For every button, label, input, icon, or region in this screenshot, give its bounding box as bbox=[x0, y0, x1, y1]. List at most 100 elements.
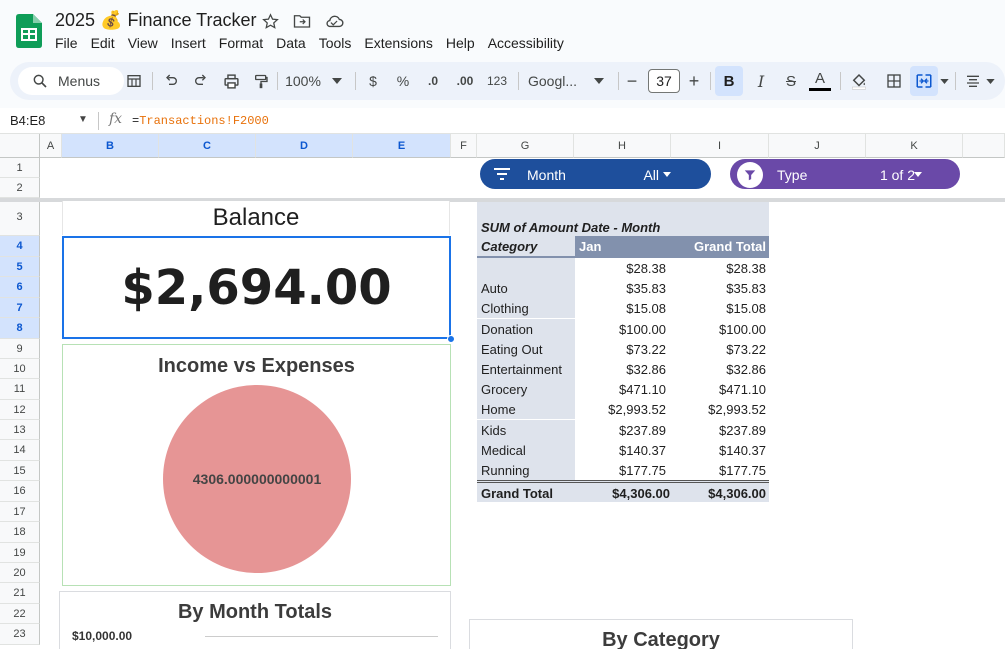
text-color-button[interactable]: A bbox=[808, 62, 832, 100]
menu-data[interactable]: Data bbox=[276, 35, 306, 51]
menu-file[interactable]: File bbox=[55, 35, 78, 51]
menu-format[interactable]: Format bbox=[219, 35, 263, 51]
row-header-12[interactable]: 12 bbox=[0, 400, 40, 420]
document-title[interactable]: 2025 💰 Finance Tracker bbox=[55, 10, 257, 31]
pivot-row[interactable]: Auto $35.83 $35.83 bbox=[477, 278, 769, 299]
column-header-overflow[interactable] bbox=[963, 134, 1005, 158]
balance-value-cell[interactable]: $2,694.00 bbox=[62, 236, 451, 339]
name-box-dropdown-icon[interactable]: ▼ bbox=[78, 114, 88, 125]
row-header-16[interactable]: 16 bbox=[0, 481, 40, 502]
row-header-23[interactable]: 23 bbox=[0, 624, 40, 645]
more-formats-button[interactable]: 123 bbox=[484, 62, 510, 100]
increase-decimal-button[interactable]: .00 bbox=[452, 62, 478, 100]
sheets-logo-icon[interactable] bbox=[16, 14, 42, 48]
column-header-g[interactable]: G bbox=[477, 134, 574, 158]
font-size-input[interactable]: 37 bbox=[648, 69, 680, 93]
horizontal-align-icon[interactable] bbox=[962, 62, 984, 100]
row-header-19[interactable]: 19 bbox=[0, 543, 40, 563]
column-header-j[interactable]: J bbox=[769, 134, 866, 158]
column-header-a[interactable]: A bbox=[40, 134, 62, 158]
merge-dropdown-icon[interactable] bbox=[938, 62, 950, 100]
name-box[interactable]: B4:E8 bbox=[10, 113, 45, 128]
row-header-22[interactable]: 22 bbox=[0, 604, 40, 624]
decrease-font-size-button[interactable]: − bbox=[624, 62, 640, 100]
pivot-row[interactable]: Grocery $471.10 $471.10 bbox=[477, 379, 769, 400]
row-header-15[interactable]: 15 bbox=[0, 461, 40, 481]
row-header-18[interactable]: 18 bbox=[0, 522, 40, 543]
print-icon[interactable] bbox=[220, 62, 242, 100]
menu-extensions[interactable]: Extensions bbox=[364, 35, 432, 51]
row-header-13[interactable]: 13 bbox=[0, 420, 40, 440]
pivot-row[interactable]: Kids $237.89 $237.89 bbox=[477, 419, 769, 440]
selection-fill-handle[interactable] bbox=[447, 335, 455, 343]
menu-insert[interactable]: Insert bbox=[171, 35, 206, 51]
cloud-status-icon[interactable] bbox=[324, 11, 344, 31]
row-header-14[interactable]: 14 bbox=[0, 440, 40, 461]
merge-cells-icon[interactable] bbox=[910, 66, 938, 96]
type-filter-chip[interactable]: Type 1 of 2 bbox=[730, 159, 960, 189]
by-month-totals-chart[interactable]: By Month Totals $10,000.00 bbox=[59, 591, 451, 649]
column-header-k[interactable]: K bbox=[866, 134, 963, 158]
column-header-b[interactable]: B bbox=[62, 134, 159, 158]
pivot-row[interactable]: Entertainment $32.86 $32.86 bbox=[477, 359, 769, 379]
menus-search-button[interactable]: Menus bbox=[18, 67, 124, 95]
italic-button[interactable]: I bbox=[751, 62, 771, 100]
format-percent-button[interactable]: % bbox=[394, 62, 412, 100]
undo-icon[interactable] bbox=[160, 62, 182, 100]
income-vs-expenses-chart[interactable]: Income vs Expenses 4306.000000000001 bbox=[62, 344, 451, 586]
row-header-4[interactable]: 4 bbox=[0, 236, 40, 257]
column-header-d[interactable]: D bbox=[256, 134, 353, 158]
row-header-6[interactable]: 6 bbox=[0, 277, 40, 298]
menu-help[interactable]: Help bbox=[446, 35, 475, 51]
move-folder-icon[interactable] bbox=[292, 11, 312, 31]
column-header-c[interactable]: C bbox=[159, 134, 256, 158]
row-header-11[interactable]: 11 bbox=[0, 379, 40, 400]
pivot-row[interactable]: $28.38 $28.38 bbox=[477, 258, 769, 278]
menu-tools[interactable]: Tools bbox=[319, 35, 352, 51]
column-header-f[interactable]: F bbox=[451, 134, 477, 158]
zoom-value[interactable]: 100% bbox=[282, 62, 324, 100]
row-header-21[interactable]: 21 bbox=[0, 583, 40, 604]
paint-format-icon[interactable] bbox=[250, 62, 272, 100]
font-family-select[interactable]: Googl... bbox=[528, 62, 590, 100]
row-header-7[interactable]: 7 bbox=[0, 298, 40, 318]
zoom-dropdown-icon[interactable] bbox=[330, 62, 344, 100]
row-header-5[interactable]: 5 bbox=[0, 257, 40, 277]
redo-icon[interactable] bbox=[190, 62, 212, 100]
functions-table-icon[interactable] bbox=[124, 62, 144, 100]
select-all-corner[interactable] bbox=[0, 134, 40, 158]
row-header-17[interactable]: 17 bbox=[0, 502, 40, 522]
bold-button[interactable]: B bbox=[715, 66, 743, 96]
menu-edit[interactable]: Edit bbox=[91, 35, 115, 51]
column-header-i[interactable]: I bbox=[671, 134, 769, 158]
menu-view[interactable]: View bbox=[128, 35, 158, 51]
row-header-8[interactable]: 8 bbox=[0, 318, 40, 339]
row-header-9[interactable]: 9 bbox=[0, 339, 40, 359]
pivot-row[interactable]: Donation $100.00 $100.00 bbox=[477, 318, 769, 339]
by-category-chart[interactable]: By Category bbox=[469, 619, 853, 649]
pivot-row[interactable]: Home $2,993.52 $2,993.52 bbox=[477, 399, 769, 420]
row-header-2[interactable]: 2 bbox=[0, 178, 40, 198]
fill-color-icon[interactable] bbox=[848, 62, 870, 100]
font-dropdown-icon[interactable] bbox=[592, 62, 606, 100]
decrease-decimal-button[interactable]: .0 bbox=[422, 62, 444, 100]
borders-icon[interactable] bbox=[883, 62, 905, 100]
increase-font-size-button[interactable]: + bbox=[686, 62, 702, 100]
pivot-row[interactable]: Running $177.75 $177.75 bbox=[477, 460, 769, 480]
menu-accessibility[interactable]: Accessibility bbox=[488, 35, 564, 51]
spreadsheet-grid[interactable]: ABCDEFGHIJK 1 2 3 4 5 6 7 8 9 10 11 12 13 14 15 16 17 18 1… bbox=[0, 134, 1005, 649]
star-icon[interactable] bbox=[260, 11, 280, 31]
column-header-e[interactable]: E bbox=[353, 134, 451, 158]
strikethrough-button[interactable]: S bbox=[781, 62, 801, 100]
pivot-row[interactable]: Clothing $15.08 $15.08 bbox=[477, 298, 769, 319]
align-dropdown-icon[interactable] bbox=[984, 62, 996, 100]
pivot-row[interactable]: Medical $140.37 $140.37 bbox=[477, 439, 769, 460]
format-currency-button[interactable]: $ bbox=[364, 62, 382, 100]
row-header-1[interactable]: 1 bbox=[0, 158, 40, 178]
row-header-20[interactable]: 20 bbox=[0, 563, 40, 583]
column-header-h[interactable]: H bbox=[574, 134, 671, 158]
pivot-row[interactable]: Eating Out $73.22 $73.22 bbox=[477, 338, 769, 359]
row-header-10[interactable]: 10 bbox=[0, 359, 40, 379]
row-header-3[interactable]: 3 bbox=[0, 198, 40, 236]
month-filter-chip[interactable]: Month All bbox=[480, 159, 711, 189]
